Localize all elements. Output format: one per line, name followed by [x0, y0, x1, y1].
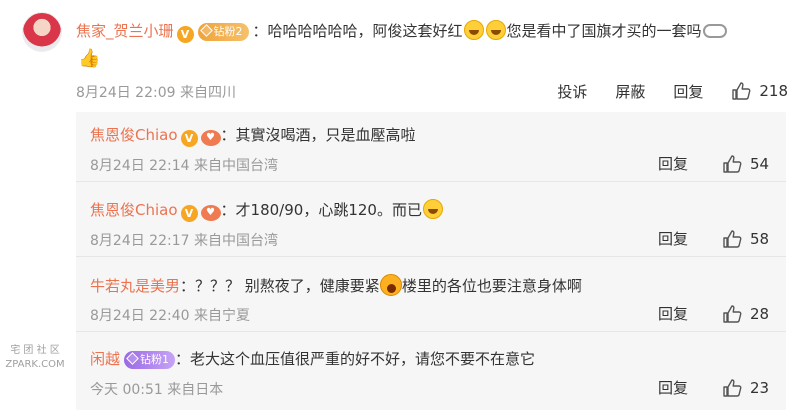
reply-time: 8月24日 22:17	[90, 233, 190, 249]
reply-item: 焦恩俊Chiao V ♥ ：其實沒喝酒，只是血壓高啦 8月24日 22:14 来自中国…	[76, 112, 786, 182]
reply-actions: 回复 23	[658, 377, 770, 398]
verified-icon: V	[180, 130, 198, 147]
reply-button[interactable]: 回复	[658, 303, 688, 324]
comment-time: 8月24日 22:09	[76, 85, 176, 101]
reply-button[interactable]: 回复	[658, 228, 688, 249]
like-button[interactable]: 58	[722, 229, 770, 249]
thumbs-up-icon	[723, 154, 742, 173]
comment-header: 焦家_贺兰小珊 V 钻粉2 ：哈哈哈哈哈哈，阿俊这套好红 您是看中了国旗才买的一套吗	[76, 20, 728, 43]
like-count: 54	[750, 154, 770, 173]
comment-meta: 8月24日 22:09 来自四川	[76, 82, 236, 102]
laugh-cry-emoji-icon	[485, 20, 506, 40]
reply-button[interactable]: 回复	[658, 377, 688, 398]
comment-text: ：哈哈哈哈哈哈，阿俊这套好红 您是看中了国旗才买的一套吗	[252, 20, 728, 40]
diamond-icon	[199, 24, 213, 37]
reply-button[interactable]: 回复	[658, 153, 688, 174]
like-count: 23	[750, 378, 770, 397]
thumbs-up-emoji-icon: 👍	[78, 48, 101, 69]
watermark-line1: 宅 团 社 区	[10, 345, 60, 356]
reply-time: 8月24日 22:14	[90, 158, 190, 174]
avatar[interactable]	[22, 12, 62, 52]
scream-emoji-icon	[379, 274, 402, 296]
report-button[interactable]: 投诉	[557, 81, 587, 102]
reply-actions: 回复 28	[658, 303, 770, 324]
verified-icon: V	[180, 205, 198, 222]
like-count: 28	[750, 304, 770, 323]
reply-item: 牛若丸是美男：？？？ 别熬夜了，健康要紧 楼里的各位也要注意身体啊 8月24日 2…	[76, 262, 786, 332]
reply-colon: ：	[180, 277, 196, 295]
reply-line: 焦恩俊Chiao V ♥ ：其實沒喝酒，只是血壓高啦	[90, 124, 416, 147]
fan-badge-label: 钻粉2	[213, 25, 243, 38]
reply-username-link[interactable]: 焦恩俊Chiao	[90, 201, 178, 219]
reply-line: 焦恩俊Chiao V ♥ ：才180/90，心跳120。而已	[90, 199, 444, 222]
like-button[interactable]: 54	[722, 154, 770, 174]
reply-text: 老大这个血压值很严重的好不好，请您不要不在意它	[190, 350, 536, 368]
reply-text: 才180/90，心跳120。而已	[235, 201, 422, 219]
username-link[interactable]: 焦家_贺兰小珊	[76, 22, 174, 40]
reply-source: 来自中国台湾	[193, 158, 278, 174]
diamond-icon	[126, 352, 139, 365]
reply-source: 来自中国台湾	[193, 233, 278, 249]
reply-line: 牛若丸是美男：？？？ 别熬夜了，健康要紧 楼里的各位也要注意身体啊	[90, 274, 582, 297]
comment-text-part2: 您是看中了国旗才买的一套吗	[506, 22, 702, 40]
reply-button[interactable]: 回复	[673, 81, 703, 102]
reply-source: 来自日本	[167, 382, 224, 398]
reply-meta: 8月24日 22:40 来自宁夏	[90, 305, 250, 325]
like-count: 58	[750, 229, 770, 248]
reply-text-part1: ？？？ 别熬夜了，健康要紧	[195, 277, 380, 295]
reply-colon: ：	[220, 126, 236, 144]
reply-item: 闲越 钻粉1 ：老大这个血压值很严重的好不好，请您不要不在意它 今天 00:51 来…	[76, 336, 786, 406]
grin-emoji-icon	[422, 199, 443, 219]
thumbs-up-icon	[723, 304, 742, 323]
verified-icon: V	[176, 26, 194, 43]
reply-item: 焦恩俊Chiao V ♥ ：才180/90，心跳120。而已 8月24日 22:17 …	[76, 187, 786, 257]
reply-line: 闲越 钻粉1 ：老大这个血压值很严重的好不好，请您不要不在意它	[90, 348, 535, 370]
reply-text: 其實沒喝酒，只是血壓高啦	[235, 126, 416, 144]
reply-actions: 回复 58	[658, 228, 770, 249]
reply-username-link[interactable]: 闲越	[90, 350, 120, 368]
comment-source: 来自四川	[179, 85, 236, 101]
reply-colon: ：	[220, 201, 236, 219]
reply-list: 焦恩俊Chiao V ♥ ：其實沒喝酒，只是血壓高啦 8月24日 22:14 来自中国…	[76, 112, 786, 410]
block-button[interactable]: 屏蔽	[615, 81, 645, 102]
fan-badge-label: 钻粉1	[140, 353, 170, 366]
laugh-cry-emoji-icon	[463, 20, 484, 40]
reply-actions: 回复 54	[658, 153, 770, 174]
reply-text-part2: 楼里的各位也要注意身体啊	[401, 277, 582, 295]
fan-badge[interactable]: 钻粉1	[124, 351, 176, 369]
comment-text-part1: 哈哈哈哈哈哈，阿俊这套好红	[267, 22, 463, 40]
watermark-line2: ZPARK.COM	[5, 359, 65, 370]
reply-username-link[interactable]: 牛若丸是美男	[90, 277, 180, 295]
reply-time: 8月24日 22:40	[90, 308, 190, 324]
reply-username-link[interactable]: 焦恩俊Chiao	[90, 126, 178, 144]
comment-actions: 投诉 屏蔽 回复 218	[529, 80, 788, 102]
like-button[interactable]: 218	[731, 81, 788, 101]
thumbs-up-icon	[723, 229, 742, 248]
like-button[interactable]: 23	[722, 378, 770, 398]
fan-heart-icon: ♥	[200, 130, 221, 146]
reply-colon: ：	[175, 350, 191, 368]
site-watermark: 宅 团 社 区 ZPARK.COM	[4, 344, 66, 372]
fan-heart-icon: ♥	[200, 205, 221, 221]
like-button[interactable]: 28	[722, 304, 770, 324]
reply-time: 今天 00:51	[90, 382, 163, 398]
comment-colon: ：	[252, 22, 268, 40]
reply-meta: 8月24日 22:17 来自中国台湾	[90, 230, 278, 250]
reply-meta: 今天 00:51 来自日本	[90, 379, 223, 399]
reply-source: 来自宁夏	[193, 308, 250, 324]
like-count: 218	[759, 82, 788, 100]
fan-badge[interactable]: 钻粉2	[197, 23, 249, 41]
reply-meta: 8月24日 22:14 来自中国台湾	[90, 155, 278, 175]
main-comment: 焦家_贺兰小珊 V 钻粉2 ：哈哈哈哈哈哈，阿俊这套好红 您是看中了国旗才买的一套吗 👍…	[0, 0, 800, 112]
glasses-emoji-icon	[702, 24, 727, 38]
thumbs-up-icon	[723, 378, 742, 397]
thumbs-up-icon	[732, 82, 751, 100]
